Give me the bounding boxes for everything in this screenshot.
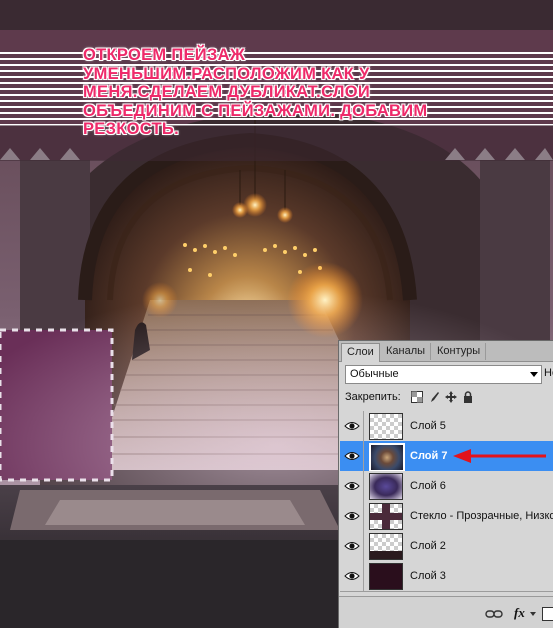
eye-icon[interactable] — [344, 509, 360, 523]
layer-thumbnail — [369, 473, 403, 500]
panel-footer: fx — [339, 596, 553, 628]
cross-frame-thumb — [370, 504, 402, 529]
chevron-down-icon — [530, 372, 538, 377]
row-divider — [363, 531, 364, 561]
screenshot: ОТКРОЕМ ПЕЙЗАЖ УМЕНЬШИМ.РАСПОЛОЖИМ КАК У… — [0, 0, 553, 628]
blend-mode-value: Обычные — [350, 368, 399, 380]
opacity-label: Не — [544, 367, 553, 379]
eye-icon[interactable] — [344, 419, 360, 433]
layer-name: Слой 3 — [410, 570, 446, 582]
link-icon[interactable] — [485, 609, 503, 619]
layer-thumbnail — [369, 413, 403, 440]
fx-icon[interactable]: fx — [514, 605, 525, 621]
eye-icon[interactable] — [344, 539, 360, 553]
panel-tabs: Слои Каналы Контуры — [339, 341, 553, 362]
row-divider — [363, 471, 364, 501]
layer-row-sloy3[interactable]: Слой 3 — [340, 561, 553, 592]
layer-thumbnail — [369, 503, 403, 530]
layer-row-sloy5[interactable]: Слой 5 — [340, 411, 553, 442]
layer-name: Слой 7 — [410, 450, 448, 462]
layer-thumbnail — [369, 443, 405, 472]
layer-row-sloy7-selected[interactable]: Слой 7 — [340, 441, 553, 472]
lock-move-icon[interactable] — [445, 391, 457, 403]
tab-channels[interactable]: Каналы — [381, 343, 432, 360]
eye-icon[interactable] — [344, 479, 360, 493]
layer-thumbnail — [369, 563, 403, 590]
sloy2-thumb — [370, 551, 402, 559]
layer-name: Стекло - Прозрачные, Низкое — [410, 510, 553, 522]
layer-name: Слой 5 — [410, 420, 446, 432]
fx-dropdown-icon — [530, 612, 536, 616]
layer-row-glass[interactable]: Стекло - Прозрачные, Низкое — [340, 501, 553, 532]
tutorial-caption: ОТКРОЕМ ПЕЙЗАЖ УМЕНЬШИМ.РАСПОЛОЖИМ КАК У… — [83, 46, 428, 138]
layer-name: Слой 6 — [410, 480, 446, 492]
lock-all-icon[interactable] — [462, 391, 474, 403]
tab-paths[interactable]: Контуры — [432, 343, 487, 360]
row-divider — [363, 441, 364, 471]
layer-row-sloy6[interactable]: Слой 6 — [340, 471, 553, 502]
blend-mode-select[interactable]: Обычные — [345, 365, 542, 384]
red-arrow-icon — [453, 449, 546, 463]
row-divider — [363, 501, 364, 531]
add-mask-icon[interactable] — [542, 607, 553, 621]
layer-row-sloy2[interactable]: Слой 2 — [340, 531, 553, 562]
eye-icon[interactable] — [344, 569, 360, 583]
layer-thumbnail — [369, 533, 403, 560]
tab-layers[interactable]: Слои — [341, 343, 380, 362]
row-divider — [363, 561, 364, 591]
lock-transparency-icon[interactable] — [411, 391, 423, 403]
eye-icon[interactable] — [344, 449, 360, 463]
row-divider — [363, 411, 364, 441]
layer-name: Слой 2 — [410, 540, 446, 552]
lock-label: Закрепить: — [345, 391, 401, 403]
layers-panel: Слои Каналы Контуры Обычные Не Закрепить… — [338, 340, 553, 628]
lock-brush-icon[interactable] — [428, 391, 440, 403]
